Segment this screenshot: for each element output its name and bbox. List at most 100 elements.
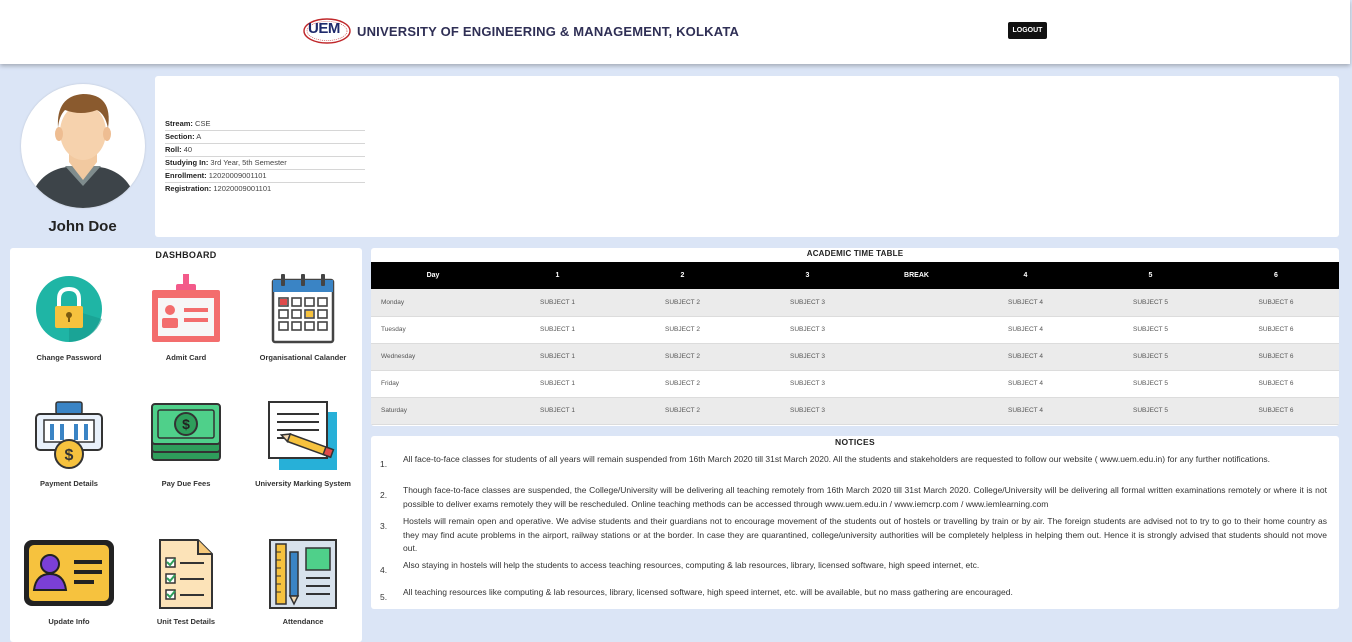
table-cell: SUBJECT 5 (1088, 397, 1213, 425)
table-cell: SUBJECT 4 (963, 289, 1088, 317)
table-cell: SUBJECT 4 (963, 397, 1088, 425)
tile-label: Organisational Calander (259, 353, 347, 362)
logo-text: UEM (308, 20, 340, 37)
tile-label: Payment Details (40, 479, 98, 488)
info-roll: Roll: 40 (165, 144, 365, 157)
col-header: 5 (1088, 262, 1213, 289)
table-cell: SUBJECT 6 (1213, 397, 1339, 425)
table-cell: Tuesday (371, 316, 495, 344)
notice-number: 2. (380, 490, 388, 500)
tile-label: Admit Card (165, 353, 207, 362)
dashboard-title: DASHBOARD (155, 250, 217, 260)
tile-label: Change Password (36, 353, 102, 362)
table-cell: SUBJECT 1 (495, 316, 620, 344)
table-cell: SUBJECT 6 (1213, 343, 1339, 371)
notice-number: 5. (380, 592, 388, 602)
table-cell: SUBJECT 5 (1088, 289, 1213, 317)
academic-timetable-card: ACADEMIC TIME TABLE Day 1 2 3 BREAK 4 5 … (371, 248, 1339, 426)
table-cell: SUBJECT 4 (963, 370, 1088, 398)
tile-label: Update Info (48, 617, 90, 626)
svg-text:$: $ (182, 416, 190, 432)
table-cell (870, 397, 963, 425)
info-enrollment: Enrollment: 12020009001101 (165, 170, 365, 183)
table-row: Monday SUBJECT 1 SUBJECT 2 SUBJECT 3 SUB… (371, 289, 1339, 317)
table-cell: SUBJECT 4 (963, 316, 1088, 344)
student-info-list: Stream: CSE Section: A Roll: 40 Studying… (165, 118, 365, 196)
col-header: 3 (745, 262, 870, 289)
timetable-title: ACADEMIC TIME TABLE (806, 249, 904, 258)
col-header: BREAK (870, 262, 963, 289)
col-header: Day (371, 262, 495, 289)
notice-text: All teaching resources like computing & … (403, 587, 1013, 597)
timetable-table: Day 1 2 3 BREAK 4 5 6 Monday SUBJECT 1 S… (371, 262, 1339, 425)
table-row: Tuesday SUBJECT 1 SUBJECT 2 SUBJECT 3 SU… (371, 316, 1339, 344)
calendar-icon (248, 274, 358, 354)
table-cell: SUBJECT 1 (495, 289, 620, 317)
table-cell: SUBJECT 2 (620, 289, 745, 317)
id-card-icon (131, 274, 241, 354)
logout-button[interactable]: LOGOUT (1008, 22, 1047, 39)
table-cell: SUBJECT 3 (745, 370, 870, 398)
table-cell (870, 343, 963, 371)
notice-number: 3. (380, 521, 388, 531)
table-cell (870, 370, 963, 398)
tile-label: Attendance (282, 617, 324, 626)
university-title: UNIVERSITY OF ENGINEERING & MANAGEMENT, … (357, 23, 740, 39)
lock-icon (14, 274, 124, 354)
table-cell: Saturday (371, 397, 495, 425)
student-name: John Doe (48, 218, 117, 235)
table-cell: SUBJECT 6 (1213, 289, 1339, 317)
table-cell: Monday (371, 289, 495, 317)
table-cell: SUBJECT 1 (495, 370, 620, 398)
table-cell (870, 316, 963, 344)
table-cell: Friday (371, 370, 495, 398)
table-cell: SUBJECT 2 (620, 397, 745, 425)
info-studying-in: Studying In: 3rd Year, 5th Semester (165, 157, 365, 170)
table-cell: SUBJECT 3 (745, 397, 870, 425)
table-cell: SUBJECT 3 (745, 343, 870, 371)
info-section: Section: A (165, 131, 365, 144)
cash-icon: $ (131, 400, 241, 480)
tile-label: Pay Due Fees (161, 479, 211, 488)
tile-label: University Marking System (255, 479, 351, 488)
student-avatar (21, 84, 145, 208)
checklist-icon (131, 538, 241, 618)
top-header: UEM UNIVERSITY OF ENGINEERING & MANAGEME… (0, 0, 1350, 64)
col-header: 1 (495, 262, 620, 289)
table-cell: SUBJECT 1 (495, 343, 620, 371)
table-cell: SUBJECT 2 (620, 370, 745, 398)
notices-title: NOTICES (835, 437, 875, 447)
table-row: Wednesday SUBJECT 1 SUBJECT 2 SUBJECT 3 … (371, 343, 1339, 371)
notice-number: 4. (380, 565, 388, 575)
table-row: Friday SUBJECT 1 SUBJECT 2 SUBJECT 3 SUB… (371, 370, 1339, 398)
table-cell: SUBJECT 5 (1088, 316, 1213, 344)
notice-text: Hostels will remain open and operative. … (403, 516, 1327, 553)
table-cell: SUBJECT 3 (745, 316, 870, 344)
table-cell (870, 289, 963, 317)
document-pencil-icon (248, 400, 358, 480)
table-cell: SUBJECT 2 (620, 343, 745, 371)
student-info-card: Stream: CSE Section: A Roll: 40 Studying… (155, 76, 1339, 237)
timetable-header-row: Day 1 2 3 BREAK 4 5 6 (371, 262, 1339, 289)
table-cell: SUBJECT 5 (1088, 343, 1213, 371)
brand[interactable]: UEM UNIVERSITY OF ENGINEERING & MANAGEME… (303, 17, 739, 45)
table-cell: SUBJECT 6 (1213, 316, 1339, 344)
col-header: 4 (963, 262, 1088, 289)
table-cell: SUBJECT 1 (495, 397, 620, 425)
payment-icon: $ (14, 400, 124, 480)
table-cell: SUBJECT 5 (1088, 370, 1213, 398)
table-cell: SUBJECT 6 (1213, 370, 1339, 398)
table-cell: SUBJECT 2 (620, 316, 745, 344)
ruler-pencil-icon (248, 538, 358, 618)
svg-text:$: $ (65, 447, 74, 464)
col-header: 6 (1213, 262, 1339, 289)
dashboard-panel: DASHBOARD Change Password Admit Card Org… (10, 248, 362, 642)
table-cell: SUBJECT 4 (963, 343, 1088, 371)
col-header: 2 (620, 262, 745, 289)
uem-logo: UEM (303, 17, 351, 45)
table-cell: Wednesday (371, 343, 495, 371)
notice-text: Though face-to-face classes are suspende… (403, 485, 1327, 509)
notice-text: All face-to-face classes for students of… (403, 454, 1270, 464)
tile-label: Unit Test Details (156, 617, 216, 626)
table-cell: SUBJECT 3 (745, 289, 870, 317)
